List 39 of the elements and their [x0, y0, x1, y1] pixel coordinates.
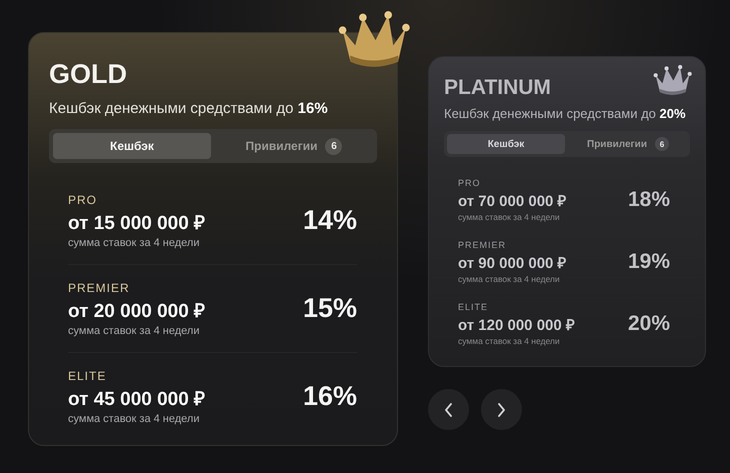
tab[interactable]: Привилегии 6 — [215, 133, 373, 159]
cashback-subtitle: Кешбэк денежными средствами до 20% — [444, 106, 687, 121]
tier-note: сумма ставок за 4 недели — [458, 274, 561, 284]
cashback-percent: 14% — [302, 205, 357, 236]
tab[interactable]: Кешбэк — [53, 133, 211, 159]
tier-amount: от 70 000 000 ₽ — [458, 192, 567, 210]
cashback-percent: 20% — [628, 312, 670, 336]
cashback-percent: 19% — [628, 250, 670, 274]
cashback-percent: 18% — [628, 188, 670, 212]
tier-note: сумма ставок за 4 недели — [458, 212, 561, 222]
tier-name: PREMIER — [458, 240, 508, 250]
tier-name: PREMIER — [68, 280, 131, 294]
tier-name: PRO — [458, 178, 482, 188]
card-title: GOLD — [49, 59, 127, 90]
tier-name: PRO — [68, 192, 98, 206]
tier-amount: от 45 000 000 ₽ — [68, 388, 206, 410]
cashback-subtitle: Кешбэк денежными средствами до 16% — [49, 100, 329, 117]
chevron-right-icon — [498, 402, 505, 416]
cashback-percent: 15% — [302, 293, 357, 324]
chevron-left-icon — [445, 402, 452, 416]
tab[interactable]: Привилегии 6 — [569, 134, 687, 154]
tier-amount: от 15 000 000 ₽ — [68, 212, 206, 234]
tier-note: сумма ставок за 4 недели — [68, 412, 200, 424]
tier-name: ELITE — [68, 368, 108, 382]
tier-note: сумма ставок за 4 недели — [68, 324, 200, 336]
cashback-percent: 16% — [302, 381, 357, 412]
crown-icon — [651, 63, 693, 97]
tier-amount: от 20 000 000 ₽ — [68, 300, 206, 322]
tier-amount: от 120 000 000 ₽ — [458, 316, 575, 334]
tier-note: сумма ставок за 4 недели — [458, 336, 561, 346]
tab[interactable]: Кешбэк — [447, 134, 565, 154]
previous-button[interactable] — [428, 389, 469, 430]
next-button[interactable] — [481, 389, 522, 430]
count-badge: 6 — [654, 137, 669, 151]
tier-amount: от 90 000 000 ₽ — [458, 254, 567, 272]
card-title: PLATINUM — [444, 76, 551, 100]
count-badge: 6 — [325, 138, 342, 154]
tier-name: ELITE — [458, 302, 490, 312]
tier-note: сумма ставок за 4 недели — [68, 236, 200, 248]
